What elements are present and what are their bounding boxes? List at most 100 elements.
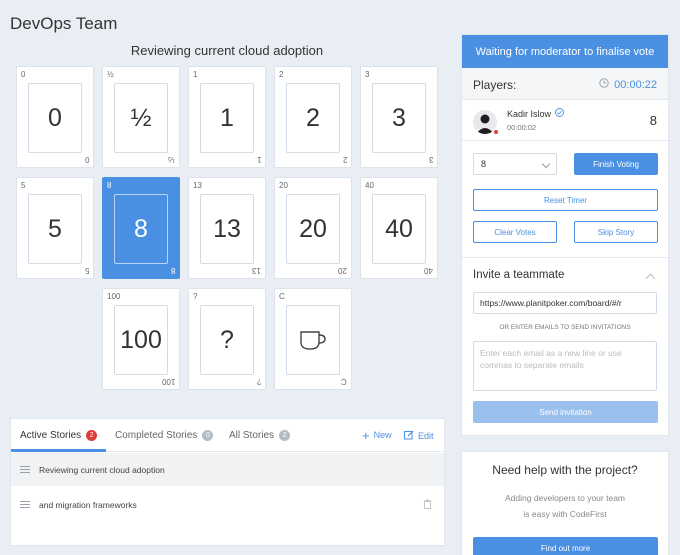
team-title: DevOps Team bbox=[10, 14, 118, 33]
invite-url-field[interactable] bbox=[473, 292, 657, 314]
card-corner-label: 5 bbox=[84, 266, 89, 275]
plus-icon: + bbox=[362, 427, 370, 443]
edit-icon bbox=[404, 430, 414, 442]
edit-label: Edit bbox=[418, 431, 434, 441]
poker-card[interactable]: 13 13 13 bbox=[188, 177, 266, 279]
help-card: Need help with the project? Adding devel… bbox=[461, 451, 669, 555]
edit-stories-button[interactable]: Edit bbox=[404, 430, 434, 442]
voting-panel: Waiting for moderator to finalise vote P… bbox=[461, 34, 669, 436]
story-row[interactable]: and migration frameworks bbox=[11, 488, 444, 521]
players-header: Players: 00:00:22 bbox=[462, 68, 668, 100]
poker-card[interactable]: 40 40 40 bbox=[360, 177, 438, 279]
help-text: Adding developers to your team is easy w… bbox=[462, 490, 668, 522]
poker-card[interactable]: 100 100 100 bbox=[102, 288, 180, 390]
tab-label: Active Stories bbox=[20, 430, 82, 441]
help-line: is easy with CodeFirst bbox=[523, 509, 607, 519]
card-value: 0 bbox=[28, 83, 82, 153]
card-value: 100 bbox=[114, 305, 168, 375]
vote-select[interactable]: 8 bbox=[473, 153, 557, 175]
player-name-text: Kadir Islow bbox=[507, 108, 552, 119]
current-story-title: Reviewing current cloud adoption bbox=[130, 43, 324, 58]
tab-label: All Stories bbox=[229, 430, 275, 441]
card-corner-label: 2 bbox=[279, 70, 284, 79]
tab-completed-stories[interactable]: Completed Stories 0 bbox=[115, 430, 214, 441]
player-time: 00:00:02 bbox=[507, 123, 537, 132]
poker-card[interactable]: 555 bbox=[16, 177, 94, 279]
poker-card[interactable]: CC bbox=[274, 288, 352, 390]
card-value: 3 bbox=[372, 83, 426, 153]
poker-card[interactable]: 000 bbox=[16, 66, 94, 168]
invite-title: Invite a teammate bbox=[473, 269, 565, 281]
card-corner-label: ½ bbox=[107, 70, 114, 79]
card-corner-label: C bbox=[341, 377, 347, 386]
card-corner-label: 5 bbox=[21, 181, 26, 190]
trash-icon[interactable] bbox=[423, 499, 432, 509]
card-corner-label: 3 bbox=[365, 70, 370, 79]
poker-card[interactable]: ½½½ bbox=[102, 66, 180, 168]
stories-tabs: Active Stories 2 Completed Stories 0 All… bbox=[11, 419, 444, 452]
stories-panel: Active Stories 2 Completed Stories 0 All… bbox=[10, 418, 445, 546]
clock-icon bbox=[599, 78, 609, 91]
skip-story-button[interactable]: Skip Story bbox=[574, 221, 658, 243]
card-corner-label: 1 bbox=[193, 70, 198, 79]
card-corner-label: 0 bbox=[21, 70, 26, 79]
count-badge: 0 bbox=[202, 430, 214, 441]
poker-card[interactable]: 20 20 20 bbox=[274, 177, 352, 279]
poker-card[interactable]: 888 bbox=[102, 177, 180, 279]
player-row: Kadir Islow 00:00:02 8 bbox=[462, 101, 668, 141]
card-corner-label: 1 bbox=[256, 155, 261, 164]
player-vote: 8 bbox=[649, 113, 657, 128]
card-corner-label: 8 bbox=[107, 181, 112, 190]
story-row[interactable]: Reviewing current cloud adoption bbox=[11, 453, 444, 486]
poker-card[interactable]: 111 bbox=[188, 66, 266, 168]
finish-voting-button[interactable]: Finish Voting bbox=[574, 153, 658, 175]
count-badge: 2 bbox=[86, 430, 98, 441]
card-value: 40 bbox=[372, 194, 426, 264]
card-corner-label: C bbox=[279, 292, 285, 301]
vote-status-banner: Waiting for moderator to finalise vote bbox=[462, 35, 668, 68]
count-badge: 2 bbox=[279, 430, 291, 441]
player-name: Kadir Islow bbox=[507, 108, 564, 119]
offline-status-dot bbox=[493, 129, 499, 135]
card-value: 2 bbox=[286, 83, 340, 153]
card-corner-label: ? bbox=[256, 377, 261, 386]
card-value: ? bbox=[200, 305, 254, 375]
timer: 00:00:22 bbox=[599, 78, 657, 91]
active-tab-indicator bbox=[11, 449, 106, 452]
new-label: New bbox=[373, 430, 392, 440]
poker-card[interactable]: 222 bbox=[274, 66, 352, 168]
poker-card[interactable]: 333 bbox=[360, 66, 438, 168]
tab-all-stories[interactable]: All Stories 2 bbox=[229, 430, 291, 441]
clear-votes-button[interactable]: Clear Votes bbox=[473, 221, 557, 243]
card-corner-label: ? bbox=[193, 292, 198, 301]
find-out-more-button[interactable]: Find out more bbox=[473, 537, 658, 555]
card-value: 5 bbox=[28, 194, 82, 264]
card-corner-label: 100 bbox=[161, 377, 175, 386]
poker-card[interactable]: ??? bbox=[188, 288, 266, 390]
or-email-hint: OR ENTER EMAILS TO SEND INVITATIONS bbox=[499, 324, 631, 331]
card-corner-label: 100 bbox=[107, 292, 121, 301]
card-value: 20 bbox=[286, 194, 340, 264]
timer-value: 00:00:22 bbox=[614, 78, 657, 91]
send-invitation-button[interactable]: Send invitation bbox=[473, 401, 658, 423]
list-icon bbox=[20, 466, 30, 473]
story-title: and migration frameworks bbox=[39, 499, 137, 510]
reset-timer-button[interactable]: Reset Timer bbox=[473, 189, 658, 211]
card-corner-label: 8 bbox=[170, 266, 175, 275]
check-circle-icon bbox=[555, 108, 564, 119]
new-story-button[interactable]: + New bbox=[362, 427, 392, 443]
tab-active-stories[interactable]: Active Stories 2 bbox=[20, 430, 98, 441]
players-label: Players: bbox=[473, 78, 517, 92]
card-corner-label: 0 bbox=[84, 155, 89, 164]
card-value: ½ bbox=[114, 83, 168, 153]
card-value: 8 bbox=[114, 194, 168, 264]
card-corner-label: 13 bbox=[193, 181, 202, 190]
coffee-cup-icon bbox=[286, 305, 340, 375]
emails-field[interactable] bbox=[473, 341, 657, 391]
help-title: Need help with the project? bbox=[492, 463, 638, 477]
card-corner-label: ½ bbox=[168, 155, 175, 164]
card-value: 1 bbox=[200, 83, 254, 153]
chevron-down-icon bbox=[541, 159, 551, 169]
vote-select-value: 8 bbox=[481, 159, 487, 169]
chevron-up-icon[interactable] bbox=[645, 273, 656, 284]
